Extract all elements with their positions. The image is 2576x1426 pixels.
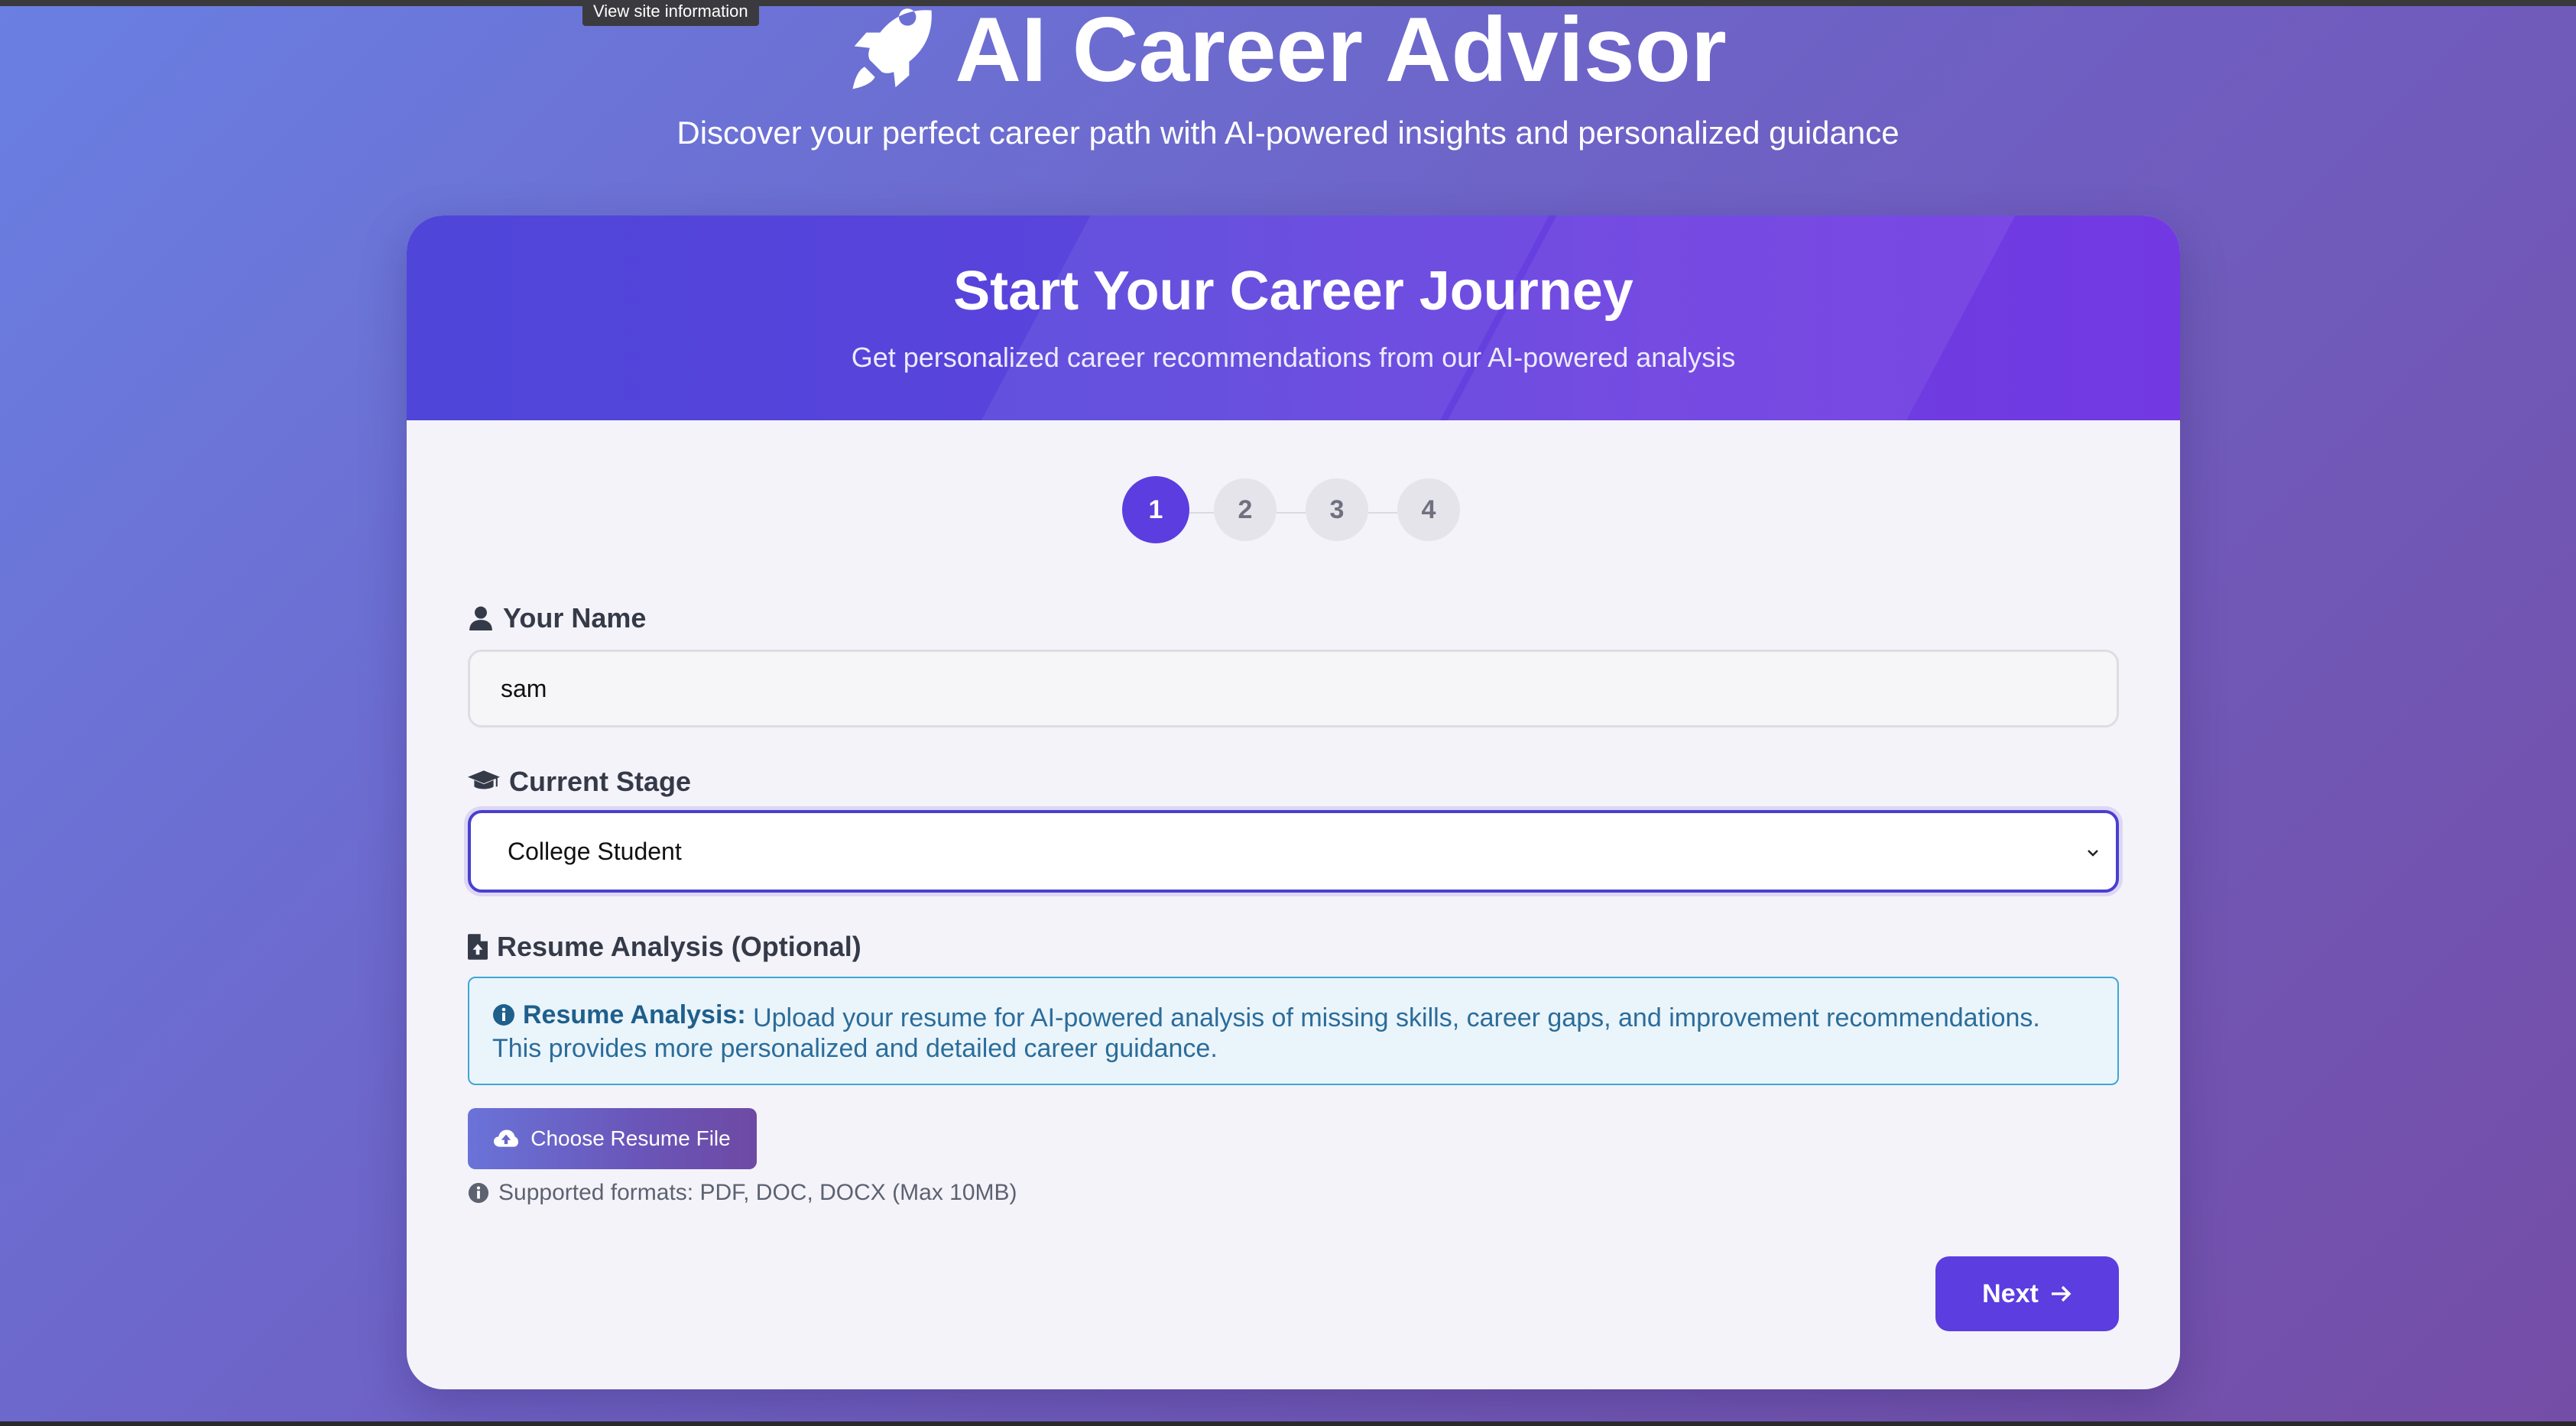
stage-label-text: Current Stage xyxy=(509,766,692,797)
stage-label: Current Stage xyxy=(468,766,691,798)
card-subtitle: Get personalized career recommendations … xyxy=(851,342,1736,373)
browser-bottom-bar xyxy=(0,1421,2576,1426)
info-circle-icon xyxy=(493,1004,514,1026)
info-circle-icon xyxy=(468,1182,489,1204)
choose-resume-label: Choose Resume File xyxy=(530,1126,731,1150)
arrow-right-icon xyxy=(2051,1285,2072,1302)
supported-formats-note: Supported formats: PDF, DOC, DOCX (Max 1… xyxy=(468,1180,1017,1206)
choose-resume-button[interactable]: Choose Resume File xyxy=(468,1108,757,1169)
step-3: 3 xyxy=(1306,478,1368,541)
cloud-upload-icon xyxy=(494,1129,519,1147)
step-2: 2 xyxy=(1214,478,1277,541)
step-indicator: 1 2 3 4 xyxy=(1122,476,1474,547)
step-1: 1 xyxy=(1122,476,1189,543)
step-4: 4 xyxy=(1397,478,1460,541)
name-label: Your Name xyxy=(468,602,646,634)
name-input[interactable] xyxy=(468,650,2119,728)
resume-label-text: Resume Analysis (Optional) xyxy=(497,931,861,962)
app-subtitle: Discover your perfect career path with A… xyxy=(676,115,1900,151)
formats-text: Supported formats: PDF, DOC, DOCX (Max 1… xyxy=(498,1180,1017,1205)
step-connector xyxy=(1189,512,1214,514)
resume-info-box: Resume Analysis: Upload your resume for … xyxy=(468,977,2119,1085)
next-label: Next xyxy=(1982,1279,2039,1308)
name-label-text: Your Name xyxy=(503,602,647,634)
rocket-icon xyxy=(852,8,933,89)
step-connector xyxy=(1277,512,1306,514)
graduation-cap-icon xyxy=(468,770,500,789)
app-title: AI Career Advisor xyxy=(0,0,2576,101)
card-header: Start Your Career Journey Get personaliz… xyxy=(407,216,2180,420)
info-lead-text: Resume Analysis: xyxy=(523,1000,746,1029)
file-upload-icon xyxy=(468,934,488,960)
career-form-card: Start Your Career Journey Get personaliz… xyxy=(407,216,2180,1389)
stage-selected-value: College Student xyxy=(508,837,682,865)
step-connector xyxy=(1368,512,1397,514)
user-icon xyxy=(469,606,492,630)
current-stage-select[interactable]: College Student xyxy=(468,810,2119,893)
app-title-text: AI Career Advisor xyxy=(955,0,1727,101)
next-button[interactable]: Next xyxy=(1935,1256,2119,1331)
info-lead: Resume Analysis: xyxy=(492,1000,746,1030)
chevron-down-icon xyxy=(2088,850,2098,857)
resume-label: Resume Analysis (Optional) xyxy=(468,931,861,963)
card-title: Start Your Career Journey xyxy=(953,261,1634,322)
